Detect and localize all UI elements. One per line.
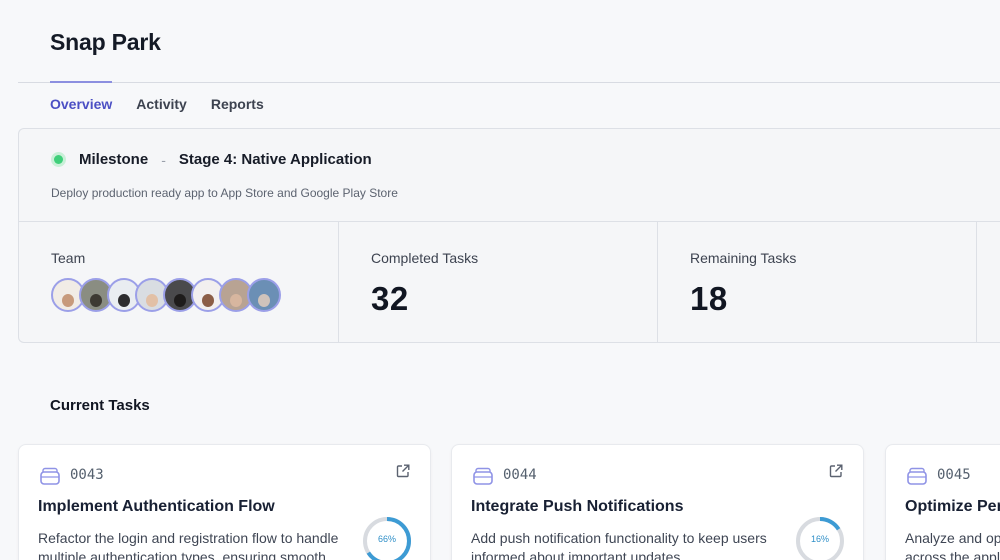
progress-label: 66%	[377, 534, 396, 544]
task-card[interactable]: 0045 Optimize Per Analyze and op across …	[885, 444, 1000, 560]
stack-icon	[40, 467, 60, 485]
progress-label: 16%	[810, 534, 829, 544]
stat-team: Team	[19, 222, 339, 343]
tab-reports[interactable]: Reports	[211, 96, 264, 112]
tab-overview[interactable]: Overview	[50, 81, 113, 112]
avatar[interactable]	[247, 278, 281, 312]
tab-bar: Overview Activity Reports	[50, 81, 264, 112]
progress-ring: 16%	[794, 515, 846, 560]
task-id: 0045	[937, 467, 971, 483]
page-title: Snap Park	[50, 29, 161, 55]
stat-remaining: Remaining Tasks 18	[658, 222, 977, 343]
stats-row: Team Completed Tasks 32 Remaining Tasks	[19, 222, 1000, 343]
task-card[interactable]: 0044 Integrate Push Notifications Add pu…	[451, 444, 864, 560]
milestone-label: Milestone	[79, 151, 149, 168]
header-divider	[18, 82, 1000, 83]
milestone-panel: Milestone - Stage 4: Native Application …	[18, 128, 1000, 343]
team-label: Team	[51, 250, 86, 266]
task-id: 0043	[70, 467, 104, 483]
external-link-icon[interactable]	[396, 464, 410, 478]
task-description: Analyze and op across the appl	[905, 530, 1000, 560]
milestone-description: Deploy production ready app to App Store…	[51, 186, 398, 200]
stack-icon	[473, 467, 493, 485]
task-title: Optimize Per	[905, 498, 1000, 515]
task-description: Add push notification functionality to k…	[471, 530, 767, 560]
milestone-header: Milestone - Stage 4: Native Application	[51, 151, 372, 168]
task-card[interactable]: 0043 Implement Authentication Flow Refac…	[18, 444, 431, 560]
tab-activity[interactable]: Activity	[136, 96, 187, 112]
stack-icon	[907, 467, 927, 485]
status-dot-icon	[51, 152, 66, 167]
milestone-separator: -	[161, 151, 166, 168]
task-title: Integrate Push Notifications	[471, 498, 684, 515]
app-root: Snap Park Overview Activity Reports Mile…	[0, 0, 1000, 560]
completed-value: 32	[371, 280, 409, 317]
progress-ring: 66%	[361, 515, 413, 560]
current-tasks-title: Current Tasks	[50, 397, 150, 414]
external-link-icon[interactable]	[829, 464, 843, 478]
task-description: Refactor the login and registration flow…	[38, 530, 339, 560]
team-avatars	[51, 278, 281, 312]
milestone-stage: Stage 4: Native Application	[178, 151, 372, 168]
completed-label: Completed Tasks	[371, 250, 479, 266]
remaining-label: Remaining Tasks	[690, 250, 797, 266]
remaining-value: 18	[690, 280, 728, 317]
task-title: Implement Authentication Flow	[38, 498, 275, 515]
task-id: 0044	[503, 467, 537, 483]
stat-completed: Completed Tasks 32	[339, 222, 658, 343]
